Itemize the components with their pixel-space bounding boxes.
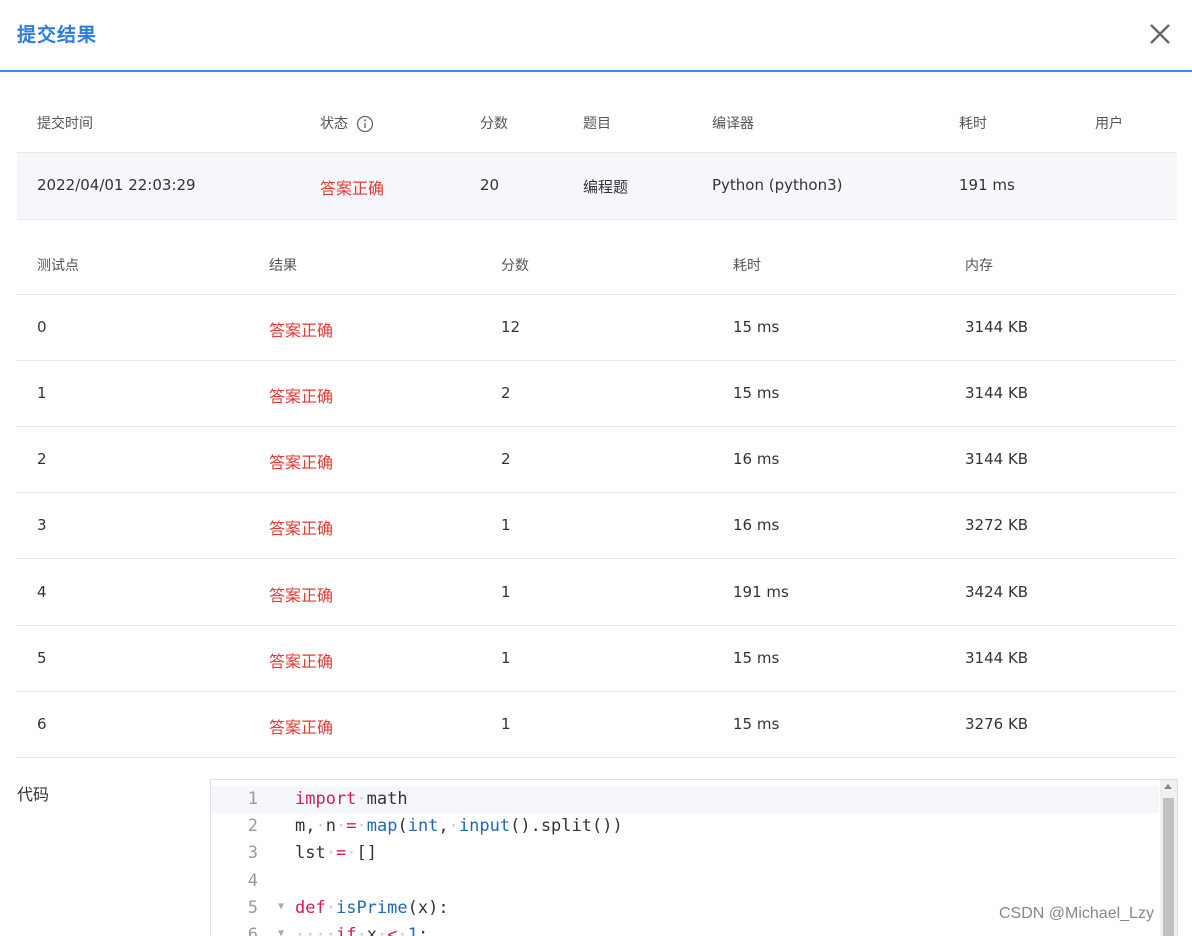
col-elapsed: 耗时 [959, 116, 987, 132]
testcase-score: 1 [501, 715, 511, 733]
col-status-label: 状态 [320, 116, 348, 132]
table-row: 2 答案正确 2 16 ms 3144 KB [17, 427, 1177, 493]
scroll-up-icon[interactable] [1164, 784, 1172, 789]
line-number: 2 [247, 816, 258, 836]
code-text: def·isPrime(x): [295, 898, 449, 918]
code-line: 2 m,·n·=·map(int,·input().split()) [211, 813, 1159, 840]
testcase-memory: 3144 KB [965, 450, 1029, 468]
testcase-header-row: 测试点 结果 分数 耗时 内存 [17, 236, 1177, 295]
testcase-elapsed: 191 ms [733, 583, 789, 601]
testcase-id: 2 [37, 450, 47, 468]
line-number: 1 [247, 789, 258, 809]
testcase-id: 3 [37, 516, 47, 534]
col-tc-elapsed: 耗时 [733, 258, 761, 274]
testcase-id: 5 [37, 649, 47, 667]
testcase-elapsed: 15 ms [733, 649, 780, 667]
dialog-title: 提交结果 [17, 24, 98, 46]
line-number: 4 [247, 871, 258, 891]
testcase-elapsed: 15 ms [733, 318, 780, 336]
code-text: lst·=·[] [295, 843, 377, 863]
testcase-memory: 3144 KB [965, 318, 1029, 336]
compiler-value: Python (python3) [712, 176, 843, 194]
line-number: 5 [247, 898, 258, 918]
code-text: ····if·x·<·1: [295, 925, 429, 936]
testcase-memory: 3276 KB [965, 715, 1029, 733]
code-label: 代码 [17, 785, 50, 804]
watermark: CSDN @Michael_Lzy [999, 905, 1154, 922]
testcase-memory: 3424 KB [965, 583, 1029, 601]
table-row: 5 答案正确 1 15 ms 3144 KB [17, 626, 1177, 692]
code-line: 6 ▼ ····if·x·<·1: [211, 922, 1159, 936]
testcase-id: 0 [37, 318, 47, 336]
info-icon[interactable] [356, 115, 374, 133]
summary-row: 2022/04/01 22:03:29 答案正确 20 编程题 Python (… [17, 152, 1177, 220]
col-submit-time: 提交时间 [37, 116, 93, 132]
scrollbar-thumb[interactable] [1163, 798, 1174, 936]
code-line: 1 import·math [211, 786, 1159, 813]
testcase-score: 1 [501, 516, 511, 534]
testcase-id: 6 [37, 715, 47, 733]
col-score: 分数 [480, 116, 508, 132]
score-value: 20 [480, 176, 500, 194]
editor-scrollbar[interactable] [1160, 780, 1177, 936]
testcase-id: 4 [37, 583, 47, 601]
testcase-result: 答案正确 [269, 387, 334, 406]
line-number: 6 [247, 925, 258, 936]
code-text: m,·n·=·map(int,·input().split()) [295, 816, 623, 836]
fold-arrow-icon[interactable]: ▼ [278, 901, 284, 912]
table-row: 6 答案正确 1 15 ms 3276 KB [17, 692, 1177, 758]
summary-header-row: 提交时间 状态 分数 题目 编译器 耗时 用户 [17, 94, 1177, 152]
col-memory: 内存 [965, 258, 993, 274]
testcase-elapsed: 15 ms [733, 715, 780, 733]
col-problem: 题目 [583, 116, 611, 132]
table-row: 4 答案正确 1 191 ms 3424 KB [17, 559, 1177, 626]
testcase-memory: 3272 KB [965, 516, 1029, 534]
testcase-score: 1 [501, 649, 511, 667]
col-testcase: 测试点 [37, 258, 79, 274]
testcase-elapsed: 16 ms [733, 516, 780, 534]
table-row: 0 答案正确 12 15 ms 3144 KB [17, 295, 1177, 361]
col-result: 结果 [269, 258, 297, 274]
testcase-memory: 3144 KB [965, 649, 1029, 667]
testcase-result: 答案正确 [269, 718, 334, 737]
submit-time-value: 2022/04/01 22:03:29 [37, 176, 196, 194]
elapsed-value: 191 ms [959, 176, 1015, 194]
col-compiler: 编译器 [712, 116, 754, 132]
testcase-result: 答案正确 [269, 519, 334, 538]
col-status: 状态 [320, 113, 374, 133]
testcase-elapsed: 15 ms [733, 384, 780, 402]
testcase-score: 2 [501, 450, 511, 468]
table-row: 1 答案正确 2 15 ms 3144 KB [17, 361, 1177, 427]
testcase-result: 答案正确 [269, 453, 334, 472]
code-text: import·math [295, 789, 408, 809]
code-line: 3 lst·=·[] [211, 840, 1159, 867]
line-number: 3 [247, 843, 258, 863]
col-tc-score: 分数 [501, 258, 529, 274]
testcase-result: 答案正确 [269, 321, 334, 340]
status-value: 答案正确 [320, 179, 385, 198]
testcase-score: 1 [501, 583, 511, 601]
code-line: 4 [211, 868, 1159, 895]
col-user: 用户 [1095, 116, 1123, 132]
testcase-result: 答案正确 [269, 586, 334, 605]
testcase-score: 2 [501, 384, 511, 402]
table-row: 3 答案正确 1 16 ms 3272 KB [17, 493, 1177, 559]
problem-value: 编程题 [583, 178, 629, 196]
testcase-result: 答案正确 [269, 652, 334, 671]
testcase-score: 12 [501, 318, 521, 336]
dialog-header: 提交结果 [0, 0, 1192, 72]
close-icon[interactable] [1146, 20, 1174, 48]
testcase-memory: 3144 KB [965, 384, 1029, 402]
testcase-id: 1 [37, 384, 47, 402]
testcase-elapsed: 16 ms [733, 450, 780, 468]
